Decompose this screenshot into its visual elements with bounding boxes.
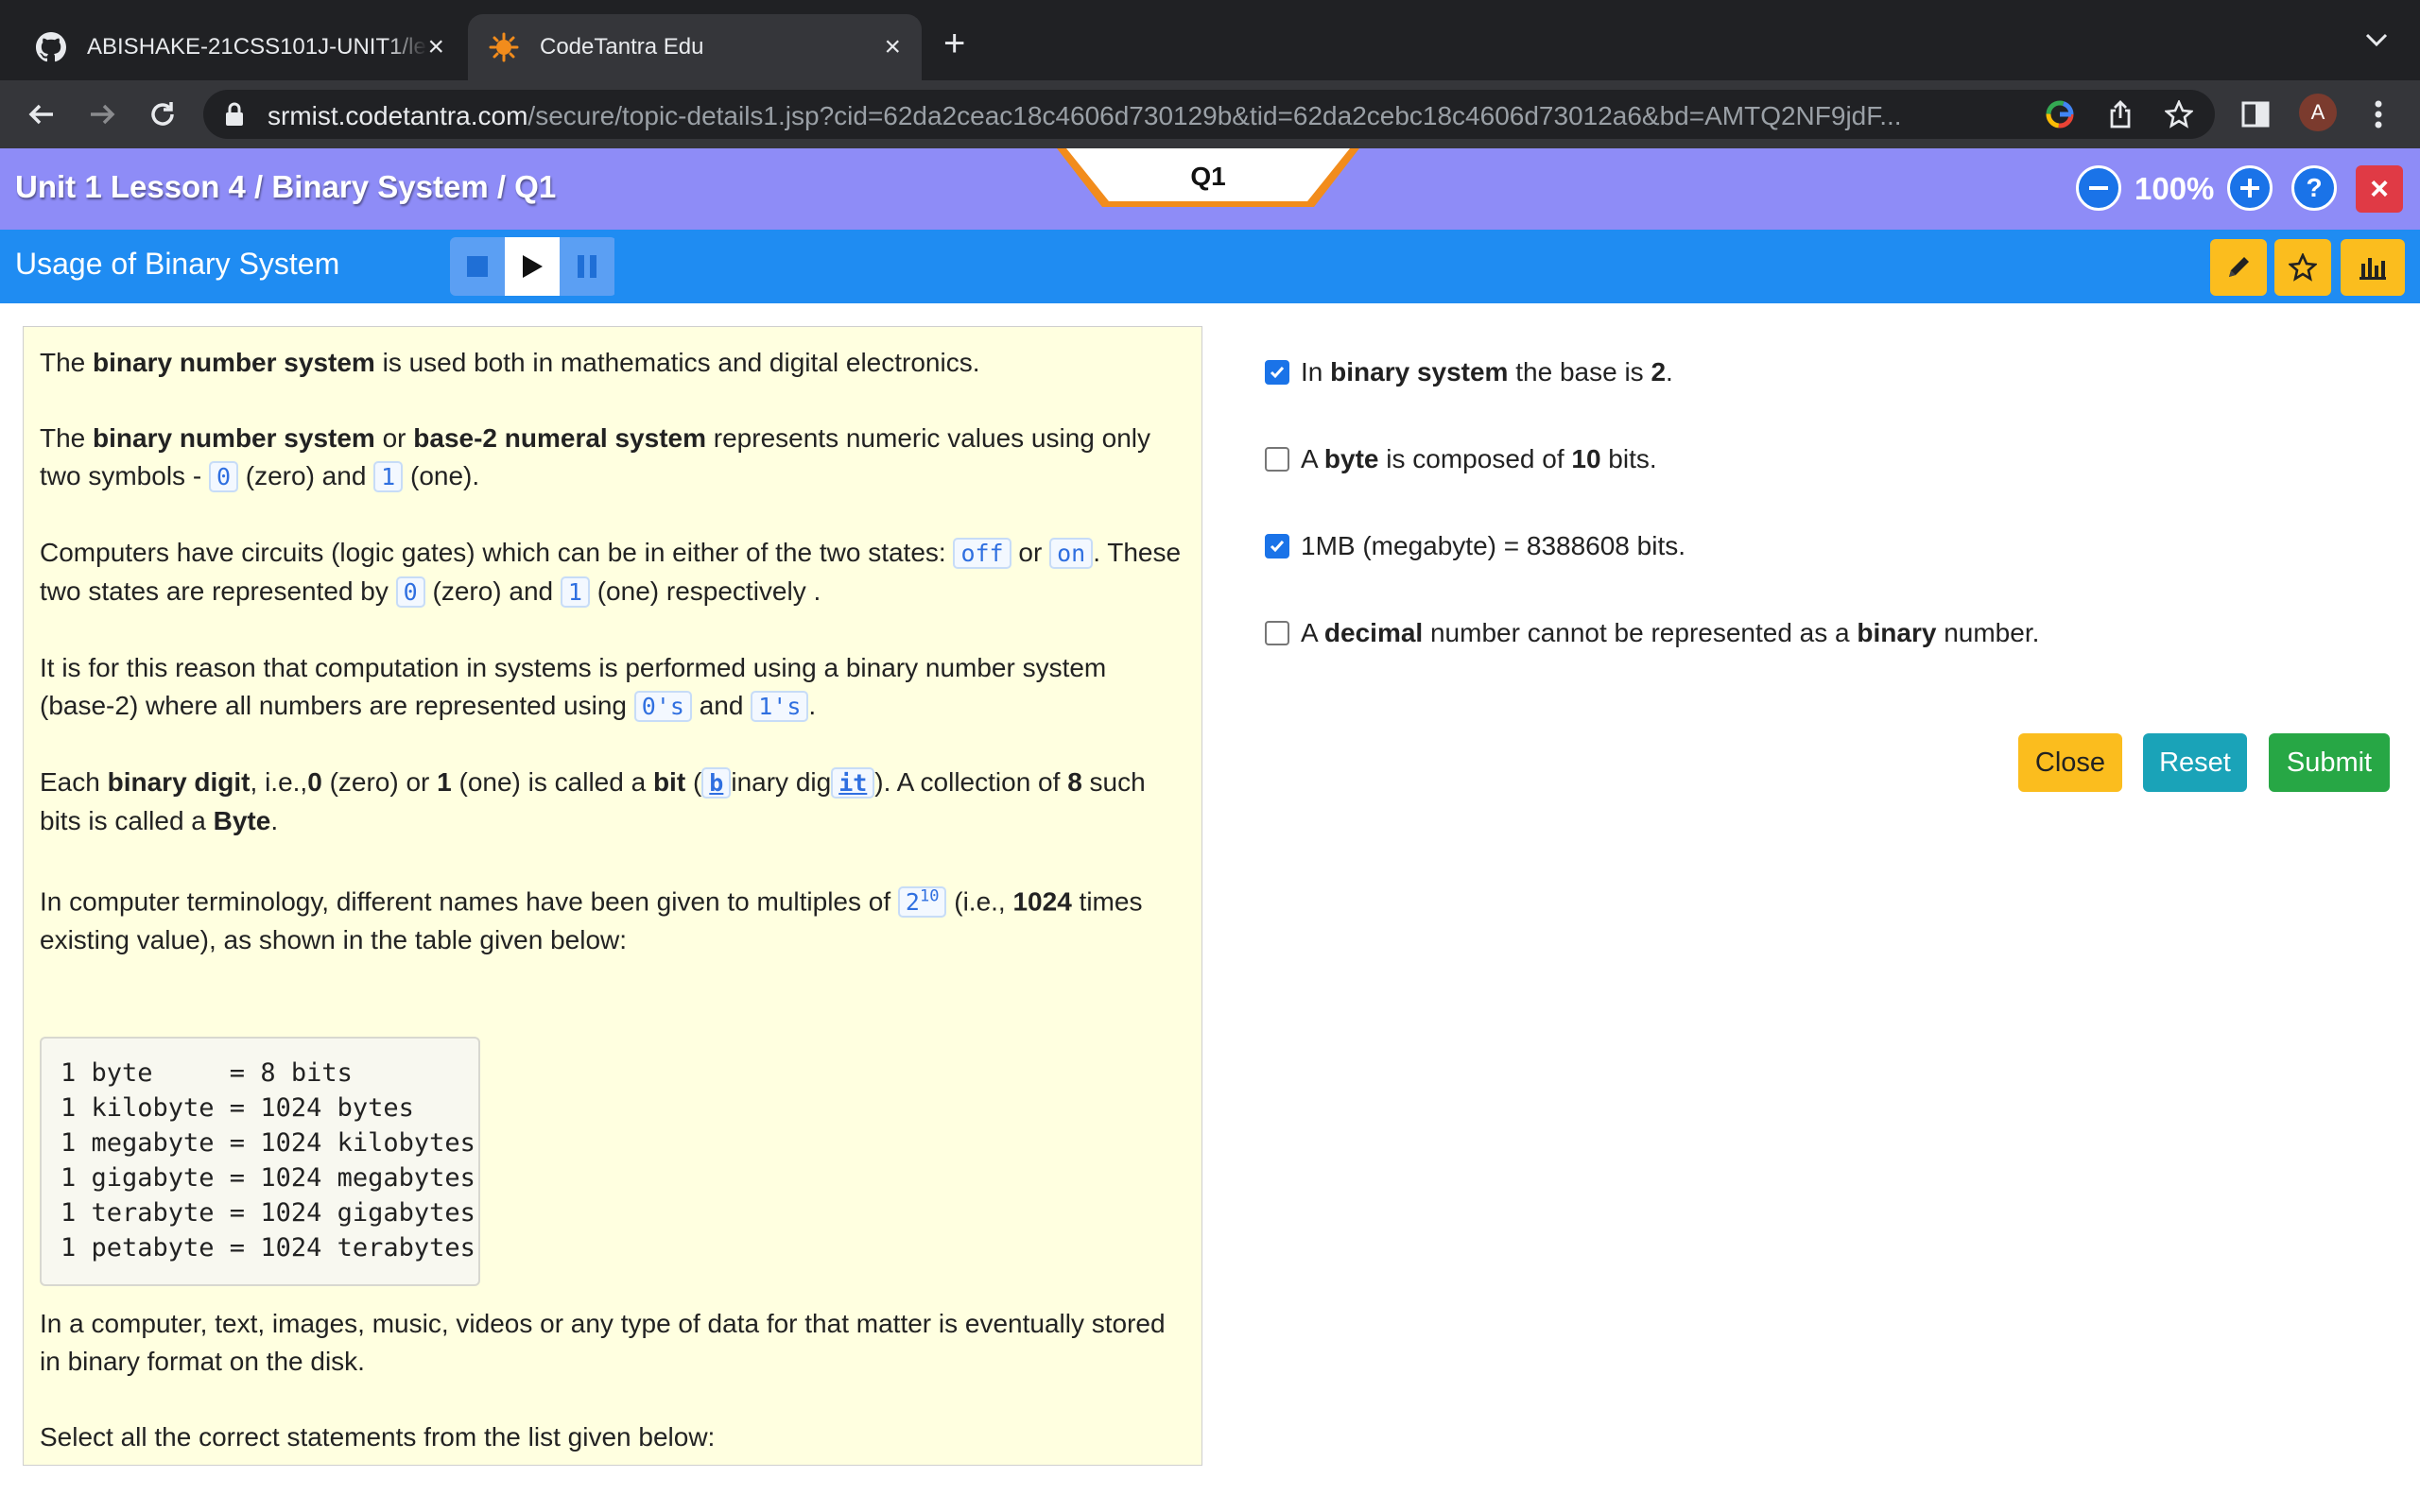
lesson-header: Unit 1 Lesson 4 / Binary System / Q1 Q1 … [0,148,2420,230]
question-tab-label[interactable]: Q1 [1066,162,1350,192]
checkbox-unchecked[interactable] [1265,447,1289,472]
paragraph-storage: In a computer, text, images, music, vide… [40,1309,1166,1377]
star-icon [2289,253,2317,282]
option-3[interactable]: 1MB (megabyte) = 8388608 bits. [1265,531,1685,561]
table-row: 1 megabyte = 1024 kilobytes [60,1128,475,1159]
forward-arrow-icon[interactable] [83,95,121,133]
checkbox-checked[interactable] [1265,534,1289,558]
stats-button[interactable] [2341,239,2405,296]
codetantra-icon [489,32,519,62]
play-button[interactable] [505,237,560,296]
url-text[interactable]: srmist.codetantra.com/secure/topic-detai… [268,101,2045,131]
paragraph-instruction: Select all the correct statements from t… [40,1422,716,1452]
option-1[interactable]: In binary system the base is 2. [1265,357,1673,387]
bar-chart-icon [2360,258,2386,280]
option-label: A byte is composed of 10 bits. [1301,444,1657,473]
table-row: 1 kilobyte = 1024 bytes [60,1093,414,1124]
browser-tab-codetantra[interactable]: CodeTantra Edu × [468,14,922,80]
paragraph-multiples: In computer terminology, different names… [40,886,1143,955]
new-tab-icon[interactable]: + [943,25,965,62]
github-icon [36,32,66,62]
browser-tab-github[interactable]: ABISHAKE-21CSS101J-UNIT1/lesson × [21,14,465,80]
close-icon: × [2370,170,2389,207]
zoom-level: 100% [2135,171,2215,206]
pause-button[interactable] [560,237,614,296]
question-mark-icon: ? [2306,173,2323,202]
units-table: 1 byte = 8 bits 1 kilobyte = 1024 bytes … [40,1037,480,1287]
paragraph-computation: It is for this reason that computation i… [40,653,1107,722]
profile-avatar[interactable]: A [2299,94,2337,131]
browser-tab-bar: ABISHAKE-21CSS101J-UNIT1/lesson × CodeTa… [0,0,2420,80]
topic-title: Usage of Binary System [15,247,340,281]
paragraph-intro: The binary number system is used both in… [40,348,980,377]
play-icon [523,255,543,278]
favorite-button[interactable] [2274,239,2331,296]
browser-menu-icon[interactable] [2361,97,2395,131]
bookmark-star-icon[interactable] [2164,99,2194,129]
zoom-out-button[interactable] [2076,165,2121,211]
google-icon[interactable] [2045,99,2075,129]
address-bar[interactable]: srmist.codetantra.com/secure/topic-detai… [203,90,2215,139]
checkbox-unchecked[interactable] [1265,621,1289,645]
submit-button[interactable]: Submit [2269,733,2390,792]
option-4[interactable]: A decimal number cannot be represented a… [1265,618,2039,648]
lesson-content: The binary number system is used both in… [23,326,1202,1466]
checkbox-checked[interactable] [1265,360,1289,385]
table-row: 1 gigabyte = 1024 megabytes [60,1163,475,1194]
reload-icon[interactable] [144,95,182,133]
check-icon [1270,367,1285,379]
reset-button[interactable]: Reset [2143,733,2247,792]
audio-controls [450,237,616,296]
help-button[interactable]: ? [2291,165,2337,211]
pencil-icon [2229,257,2249,277]
lock-icon[interactable] [224,102,245,131]
table-row: 1 byte = 8 bits [60,1058,353,1089]
option-label: 1MB (megabyte) = 8388608 bits. [1301,531,1686,560]
option-label: A decimal number cannot be represented a… [1301,618,2040,647]
table-row: 1 terabyte = 1024 gigabytes [60,1198,475,1228]
close-tab-icon[interactable]: × [427,31,444,63]
tab-title: CodeTantra Edu [540,34,704,60]
tab-title: ABISHAKE-21CSS101J-UNIT1/lesson [87,34,427,60]
option-2[interactable]: A byte is composed of 10 bits. [1265,444,1657,474]
option-label: In binary system the base is 2. [1301,357,1673,387]
table-row: 1 petabyte = 1024 terabytes [60,1233,475,1263]
topic-header: Usage of Binary System [0,230,2420,303]
breadcrumb: Unit 1 Lesson 4 / Binary System / Q1 [15,169,557,204]
check-icon [1270,541,1285,553]
tab-search-chevron-icon[interactable] [2363,30,2390,54]
back-arrow-icon[interactable] [23,95,60,133]
browser-toolbar: srmist.codetantra.com/secure/topic-detai… [0,80,2420,148]
share-icon[interactable] [2105,99,2135,129]
edit-button[interactable] [2210,239,2267,296]
paragraph-states: Computers have circuits (logic gates) wh… [40,538,1182,608]
close-lesson-button[interactable]: × [2356,165,2403,213]
close-tab-icon[interactable]: × [884,31,901,63]
stop-button[interactable] [450,237,505,296]
stop-icon [467,256,488,277]
paragraph-symbols: The binary number system or base-2 numer… [40,423,1151,492]
paragraph-bit: Each binary digit, i.e.,0 (zero) or 1 (o… [40,767,1146,835]
side-panel-icon[interactable] [2238,97,2273,131]
pause-icon [578,255,596,278]
zoom-in-button[interactable] [2227,165,2273,211]
close-button[interactable]: Close [2018,733,2122,792]
